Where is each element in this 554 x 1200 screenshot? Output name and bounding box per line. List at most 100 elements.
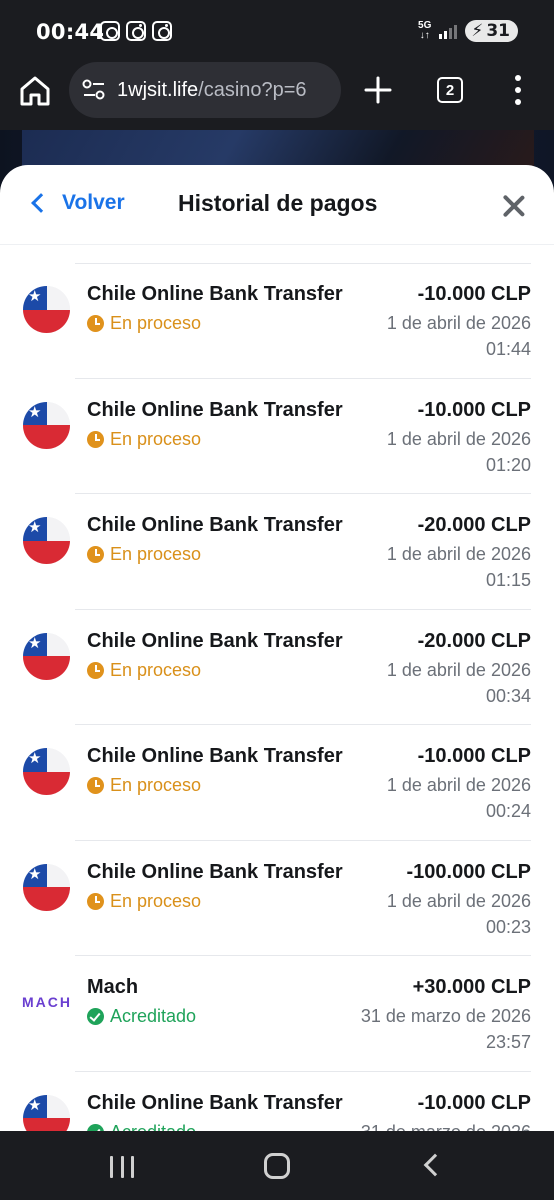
chile-flag-icon: ★ — [23, 286, 70, 333]
chile-flag-icon: ★ — [23, 401, 70, 449]
instagram-icon — [152, 21, 172, 41]
payment-method: Chile Online Bank Transfer — [87, 514, 343, 536]
amount: -20.000 CLP — [417, 514, 531, 536]
browser-toolbar: 1wjsit.life/casino?p=6 2 — [0, 62, 554, 130]
date: 1 de abril de 2026 — [386, 313, 531, 333]
amount: -10.000 CLP — [417, 398, 531, 421]
site-settings-icon[interactable] — [81, 78, 107, 102]
network-type: 5G ↓↑ — [418, 20, 432, 41]
clock-icon — [87, 892, 104, 910]
status-time: 00:44 — [36, 20, 105, 44]
amount: -10.000 CLP — [417, 283, 531, 305]
charging-icon: ⚡ — [471, 21, 484, 41]
status-text: En proceso — [110, 659, 202, 680]
instagram-icon — [126, 21, 146, 41]
date: 1 de abril de 2026 — [386, 775, 531, 795]
date: 1 de abril de 2026 — [386, 890, 531, 911]
payment-method: Chile Online Bank Transfer — [87, 1091, 343, 1114]
transaction-row[interactable]: ★ Chile Online Bank Transfer En proceso … — [0, 263, 554, 379]
time: 00:24 — [485, 801, 531, 821]
url-text: 1wjsit.life/casino?p=6 — [117, 78, 307, 101]
status-badge: Acreditado — [87, 1006, 196, 1027]
more-options-icon[interactable] — [510, 75, 526, 105]
status-badge: En proceso — [87, 313, 201, 334]
chevron-left-icon — [31, 193, 51, 213]
status-text: Acreditado — [110, 1122, 196, 1132]
date: 1 de abril de 2026 — [386, 428, 531, 449]
tab-switcher-button[interactable]: 2 — [437, 77, 463, 103]
close-icon[interactable] — [502, 194, 526, 218]
clock-icon — [87, 430, 104, 448]
clock-icon — [87, 661, 104, 679]
transaction-row[interactable]: MACH Mach Acreditado +30.000 CLP 31 de m… — [0, 956, 554, 1072]
amount: -10.000 CLP — [417, 1091, 531, 1114]
system-nav-bar — [0, 1131, 554, 1200]
clock-icon — [87, 546, 104, 563]
time: 00:34 — [485, 685, 531, 706]
transaction-row[interactable]: ★ Chile Online Bank Transfer En proceso … — [0, 610, 554, 725]
transaction-row[interactable]: ★ Chile Online Bank Transfer En proceso … — [0, 379, 554, 494]
status-badge: En proceso — [87, 891, 201, 912]
screenshot-icon — [100, 21, 120, 41]
mach-logo: MACH — [22, 994, 72, 1010]
transaction-list: ★ Chile Online Bank Transfer En proceso … — [0, 263, 554, 1131]
back-label: Volver — [62, 191, 125, 214]
status-text: En proceso — [110, 313, 202, 333]
amount: -10.000 CLP — [417, 745, 531, 767]
status-badge: En proceso — [87, 429, 201, 450]
time: 01:44 — [485, 339, 531, 359]
amount: -20.000 CLP — [417, 629, 531, 652]
status-badge: En proceso — [87, 544, 201, 565]
transaction-row[interactable]: ★ Chile Online Bank Transfer En proceso … — [0, 841, 554, 956]
status-text: En proceso — [110, 428, 202, 449]
status-text: En proceso — [110, 775, 202, 795]
home-icon[interactable] — [18, 74, 52, 108]
sheet-header: Volver Historial de pagos — [0, 165, 554, 245]
date: 1 de abril de 2026 — [386, 544, 531, 564]
payment-method: Chile Online Bank Transfer — [87, 398, 343, 421]
transaction-row[interactable]: ★ Chile Online Bank Transfer En proceso … — [0, 494, 554, 610]
status-bar: 00:44 5G ↓↑ ⚡ 31 — [0, 0, 554, 62]
status-text: Acreditado — [110, 1006, 197, 1026]
chile-flag-icon: ★ — [23, 1094, 70, 1131]
notification-icons — [100, 21, 172, 41]
payment-method: Chile Online Bank Transfer — [87, 629, 343, 652]
amount: +30.000 CLP — [412, 976, 531, 998]
date: 1 de abril de 2026 — [386, 659, 531, 680]
date: 31 de marzo de 2026 — [361, 1122, 531, 1132]
chile-flag-icon: ★ — [23, 632, 70, 680]
date: 31 de marzo de 2026 — [360, 1006, 531, 1026]
back-button[interactable]: Volver — [30, 191, 125, 215]
address-bar[interactable]: 1wjsit.life/casino?p=6 — [69, 62, 341, 118]
amount: -100.000 CLP — [406, 860, 531, 883]
time: 01:15 — [485, 570, 531, 590]
clock-icon — [87, 777, 104, 794]
transaction-row[interactable]: ★ Chile Online Bank Transfer En proceso … — [0, 725, 554, 841]
chile-flag-icon: ★ — [23, 748, 70, 795]
payment-history-sheet: Volver Historial de pagos ★ Chile Online… — [0, 165, 554, 1131]
battery-level: 31 — [486, 21, 510, 41]
payment-method: Chile Online Bank Transfer — [87, 860, 343, 883]
home-button-icon[interactable] — [264, 1153, 290, 1179]
time: 23:57 — [485, 1032, 531, 1052]
status-text: En proceso — [110, 544, 202, 564]
time: 01:20 — [485, 454, 531, 475]
status-badge: En proceso — [87, 660, 201, 681]
chile-flag-icon: ★ — [23, 863, 70, 911]
page-title: Historial de pagos — [178, 190, 378, 216]
payment-method: Mach — [87, 976, 139, 998]
payment-method: Chile Online Bank Transfer — [87, 283, 343, 305]
battery-indicator: ⚡ 31 — [465, 20, 518, 42]
status-badge: Acreditado — [87, 1122, 196, 1132]
transaction-row[interactable]: ★ Chile Online Bank Transfer Acreditado … — [0, 1072, 554, 1132]
back-arrow-icon[interactable] — [423, 1153, 447, 1177]
system-status: 5G ↓↑ ⚡ 31 — [418, 20, 518, 42]
chile-flag-icon: ★ — [23, 517, 70, 564]
status-text: En proceso — [110, 890, 202, 911]
time: 00:23 — [485, 916, 531, 937]
new-tab-icon[interactable] — [360, 72, 396, 108]
check-circle-icon — [87, 1123, 104, 1131]
signal-icon — [439, 23, 458, 39]
recent-apps-icon[interactable] — [110, 1156, 134, 1178]
payment-method: Chile Online Bank Transfer — [87, 745, 343, 767]
